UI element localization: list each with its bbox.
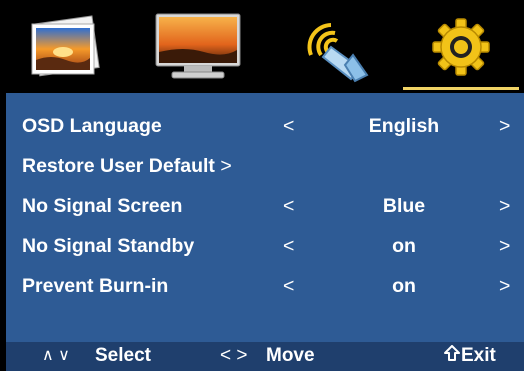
settings-menu: OSD Language < English > Restore User De…: [6, 93, 524, 342]
right-arrow-icon[interactable]: >: [499, 235, 510, 258]
tab-picture[interactable]: [10, 0, 120, 93]
right-arrow-icon[interactable]: >: [499, 275, 510, 298]
menu-row-no-signal-standby[interactable]: No Signal Standby < on >: [6, 229, 524, 263]
tab-audio[interactable]: [282, 0, 392, 93]
tab-display[interactable]: [138, 0, 258, 93]
menu-row-prevent-burn-in[interactable]: Prevent Burn-in < on >: [6, 269, 524, 303]
footer-hint-bar: ∧ ∨ Select < > Move Exit: [6, 342, 524, 371]
menu-row-no-signal-screen[interactable]: No Signal Screen < Blue >: [6, 189, 524, 223]
right-arrow-icon[interactable]: >: [220, 155, 231, 177]
menu-row-osd-language[interactable]: OSD Language < English >: [6, 109, 524, 143]
up-down-arrows-icon: ∧ ∨: [42, 347, 70, 364]
row-label: Restore User Default >: [22, 155, 232, 177]
row-value: English: [368, 115, 440, 137]
exit-hint[interactable]: Exit: [461, 345, 496, 367]
home-exit-icon[interactable]: [444, 345, 460, 367]
left-arrow-icon[interactable]: <: [283, 275, 294, 298]
settings-gear-icon: [431, 17, 490, 76]
menu-row-restore-user-default[interactable]: Restore User Default >: [6, 149, 524, 183]
right-arrow-icon[interactable]: >: [499, 195, 510, 218]
left-arrow-icon[interactable]: <: [283, 195, 294, 218]
row-value: on: [392, 275, 416, 297]
right-arrow-icon[interactable]: >: [499, 115, 510, 138]
left-arrow-icon[interactable]: <: [283, 235, 294, 258]
select-hint: Select: [95, 345, 151, 366]
move-hint: Move: [266, 345, 315, 366]
row-label: OSD Language: [22, 115, 162, 137]
left-right-arrows-icon: < >: [220, 345, 248, 366]
row-label: No Signal Screen: [22, 195, 183, 217]
tab-bar: [0, 0, 524, 93]
row-value: Blue: [382, 195, 426, 217]
audio-speaker-icon: [307, 22, 369, 82]
row-label: No Signal Standby: [22, 235, 195, 257]
active-tab-indicator: [403, 87, 519, 90]
row-value: on: [392, 235, 416, 257]
left-arrow-icon[interactable]: <: [283, 115, 294, 138]
tab-settings[interactable]: [403, 0, 518, 93]
picture-icon: [31, 14, 100, 76]
row-label: Prevent Burn-in: [22, 275, 169, 297]
monitor-icon: [155, 13, 241, 78]
